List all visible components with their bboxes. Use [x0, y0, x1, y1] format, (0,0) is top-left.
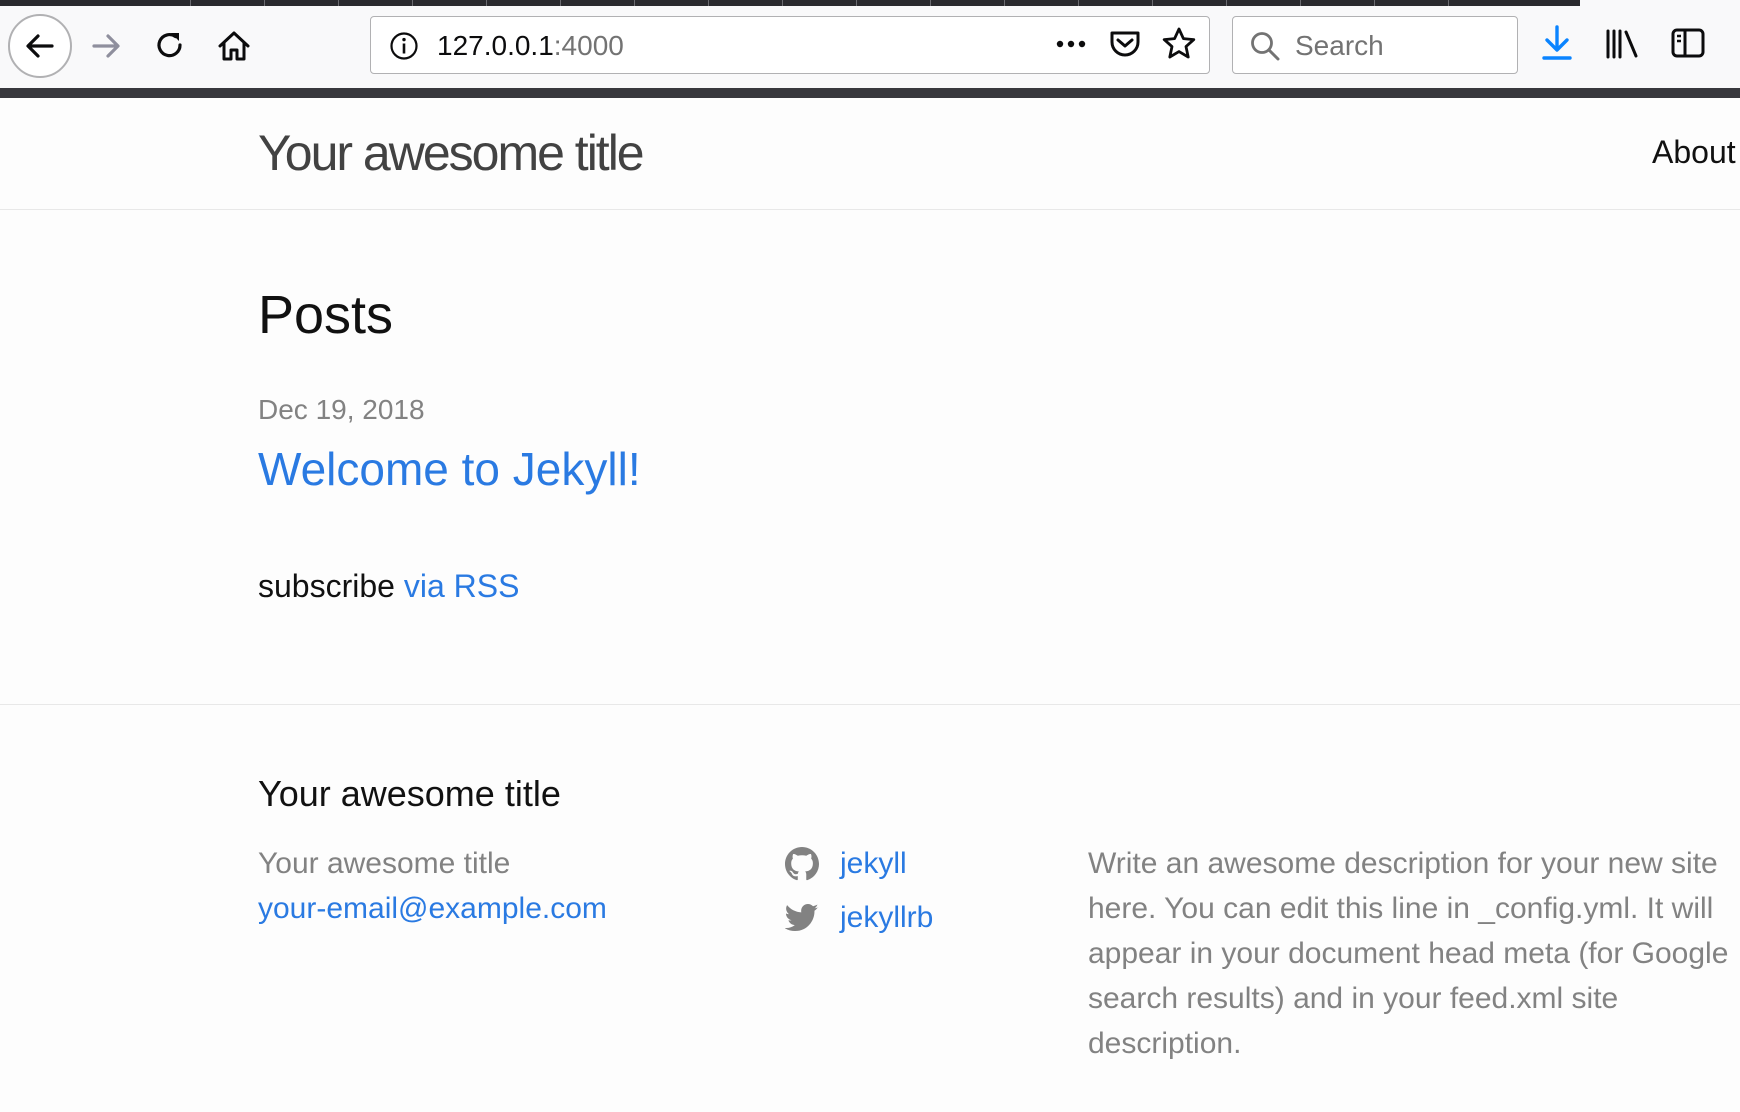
- forward-button[interactable]: [78, 18, 134, 74]
- search-icon: [1249, 30, 1281, 67]
- sidebar-icon[interactable]: [1670, 25, 1706, 66]
- back-button[interactable]: [8, 14, 72, 78]
- page-heading: Posts: [258, 285, 394, 345]
- site-title-link[interactable]: Your awesome title: [258, 124, 645, 182]
- reload-button[interactable]: [142, 18, 198, 74]
- site-description: Write an awesome description for your ne…: [1088, 847, 1729, 1060]
- tab-separator: [1152, 0, 1153, 6]
- site-header: Your awesome title About: [0, 98, 1740, 210]
- footer-name: Your awesome title: [258, 847, 511, 880]
- site-footer: Your awesome title Your awesome title yo…: [0, 704, 1740, 1112]
- url-host: 127.0.0.1: [437, 30, 554, 61]
- back-arrow-icon: [23, 29, 57, 63]
- home-button[interactable]: [206, 18, 262, 74]
- tab-separator: [412, 0, 413, 6]
- tab-separator: [1226, 0, 1227, 6]
- footer-contact: Your awesome title your-email@example.co…: [258, 841, 607, 931]
- search-bar[interactable]: [1232, 16, 1518, 74]
- toolbar-right: [1540, 24, 1706, 67]
- forward-arrow-icon: [89, 29, 123, 63]
- tab-separator: [1004, 0, 1005, 6]
- tab-separator: [1300, 0, 1301, 6]
- pocket-icon[interactable]: [1107, 26, 1143, 67]
- tab-separator: [190, 0, 191, 6]
- toolbar-divider: [0, 88, 1740, 98]
- page-content: Your awesome title About Posts Dec 19, 2…: [0, 98, 1740, 1112]
- tab-separator: [1078, 0, 1079, 6]
- github-link[interactable]: jekyll: [840, 837, 907, 891]
- tab-separator: [634, 0, 635, 6]
- footer-social: jekyll jekyllrb: [784, 837, 933, 945]
- active-tab[interactable]: [1580, 0, 1740, 6]
- library-icon[interactable]: [1604, 25, 1640, 66]
- twitter-icon: [784, 900, 820, 936]
- search-input[interactable]: [1293, 27, 1507, 65]
- star-icon[interactable]: [1161, 26, 1197, 67]
- tab-separator: [856, 0, 857, 6]
- download-icon[interactable]: [1540, 24, 1574, 67]
- tab-separator: [560, 0, 561, 6]
- tab-separator: [1374, 0, 1375, 6]
- github-icon: [784, 846, 820, 882]
- twitter-item: jekyllrb: [784, 891, 933, 945]
- nav-about-link[interactable]: About: [1652, 134, 1736, 171]
- github-item: jekyll: [784, 837, 933, 891]
- url-port: :4000: [553, 30, 624, 61]
- post-title-link[interactable]: Welcome to Jekyll!: [258, 442, 641, 496]
- browser-toolbar: 127.0.0.1:4000: [0, 0, 1740, 98]
- twitter-link[interactable]: jekyllrb: [840, 891, 933, 945]
- reload-icon: [153, 29, 187, 63]
- home-icon: [217, 29, 251, 63]
- url-bar[interactable]: 127.0.0.1:4000: [370, 16, 1210, 74]
- tab-strip[interactable]: [0, 0, 1740, 6]
- footer-heading: Your awesome title: [258, 773, 561, 814]
- rss-prefix: subscribe: [258, 568, 395, 604]
- footer-email-link[interactable]: your-email@example.com: [258, 892, 607, 925]
- url-text[interactable]: 127.0.0.1:4000: [437, 31, 624, 61]
- rss-subscribe: subscribe via RSS: [258, 568, 519, 605]
- post-date: Dec 19, 2018: [258, 394, 425, 425]
- rss-link[interactable]: via RSS: [404, 568, 520, 604]
- page-actions: [1053, 27, 1197, 65]
- tab-separator: [264, 0, 265, 6]
- tab-separator: [708, 0, 709, 6]
- info-icon[interactable]: [389, 31, 419, 66]
- more-actions-icon[interactable]: [1053, 26, 1089, 67]
- tab-separator: [1448, 0, 1449, 6]
- tab-separator: [338, 0, 339, 6]
- tab-separator: [486, 0, 487, 6]
- tab-separator: [782, 0, 783, 6]
- tab-separator: [930, 0, 931, 6]
